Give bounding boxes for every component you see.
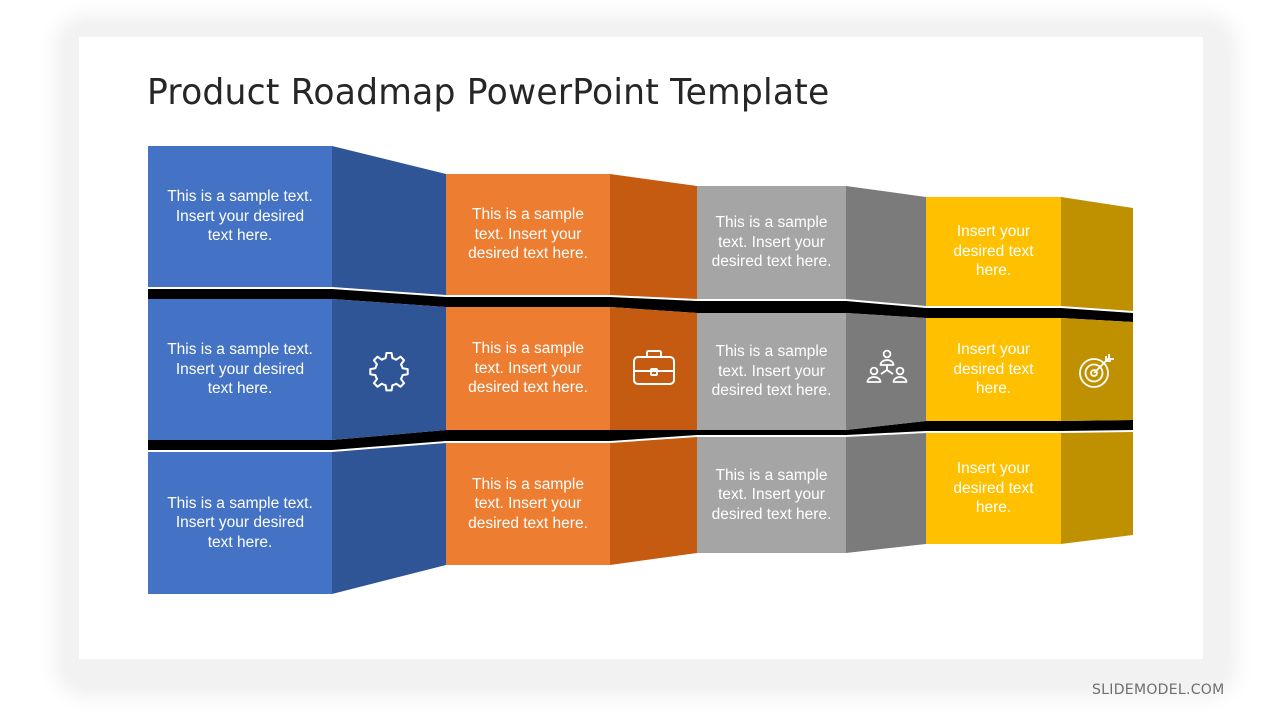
- cell-text-content: This is a sample text. Insert your desir…: [468, 206, 588, 263]
- yellow-cell-text: Insert your desired text here.: [942, 318, 1045, 421]
- cell-text-content: Insert your desired text here.: [953, 341, 1034, 398]
- target-icon: [1079, 354, 1114, 388]
- cell-text-content: This is a sample text. Insert your desir…: [468, 340, 588, 397]
- cell-text-content: This is a sample text. Insert your desir…: [468, 475, 588, 532]
- cell-text-content: This is a sample text. Insert your desir…: [711, 466, 832, 523]
- gray-cell-text: This is a sample text. Insert your desir…: [705, 313, 838, 430]
- blue-side-face-row-1: [332, 146, 446, 295]
- gray-cell-text: This is a sample text. Insert your desir…: [705, 186, 838, 299]
- orange-cell-text: This is a sample text. Insert your desir…: [458, 443, 598, 565]
- blue-cell-text: This is a sample text. Insert your desir…: [162, 299, 318, 440]
- team-hierarchy-icon: [866, 349, 908, 383]
- yellow-side-face-row-1: [1061, 197, 1133, 311]
- briefcase-icon: [633, 350, 675, 385]
- watermark: SLIDEMODEL.COM: [1092, 682, 1225, 698]
- cell-text-content: This is a sample text. Insert your desir…: [711, 343, 832, 400]
- orange-cell-text: This is a sample text. Insert your desir…: [458, 307, 598, 430]
- gear-icon: [369, 351, 409, 392]
- yellow-cell-text: Insert your desired text here.: [942, 433, 1045, 544]
- blue-cell-text: This is a sample text. Insert your desir…: [162, 452, 318, 594]
- yellow-cell-text: Insert your desired text here.: [942, 197, 1045, 306]
- gray-side-face-row-1: [846, 186, 926, 306]
- cell-text-content: This is a sample text. Insert your desir…: [167, 341, 313, 398]
- cell-text-content: This is a sample text. Insert your desir…: [167, 494, 313, 551]
- orange-cell-text: This is a sample text. Insert your desir…: [458, 174, 598, 295]
- cell-text-content: This is a sample text. Insert your desir…: [711, 214, 832, 271]
- cell-text-content: This is a sample text. Insert your desir…: [167, 188, 313, 245]
- blue-side-face-row-3: [332, 443, 446, 594]
- gray-cell-text: This is a sample text. Insert your desir…: [705, 437, 838, 553]
- orange-side-face-row-1: [610, 174, 697, 299]
- yellow-side-face-row-3: [1061, 432, 1133, 544]
- cell-text-content: Insert your desired text here.: [953, 460, 1034, 517]
- orange-side-face-row-3: [610, 437, 697, 565]
- cell-text-content: Insert your desired text here.: [953, 223, 1034, 280]
- blue-cell-text: This is a sample text. Insert your desir…: [162, 146, 318, 287]
- gray-side-face-row-3: [846, 433, 926, 553]
